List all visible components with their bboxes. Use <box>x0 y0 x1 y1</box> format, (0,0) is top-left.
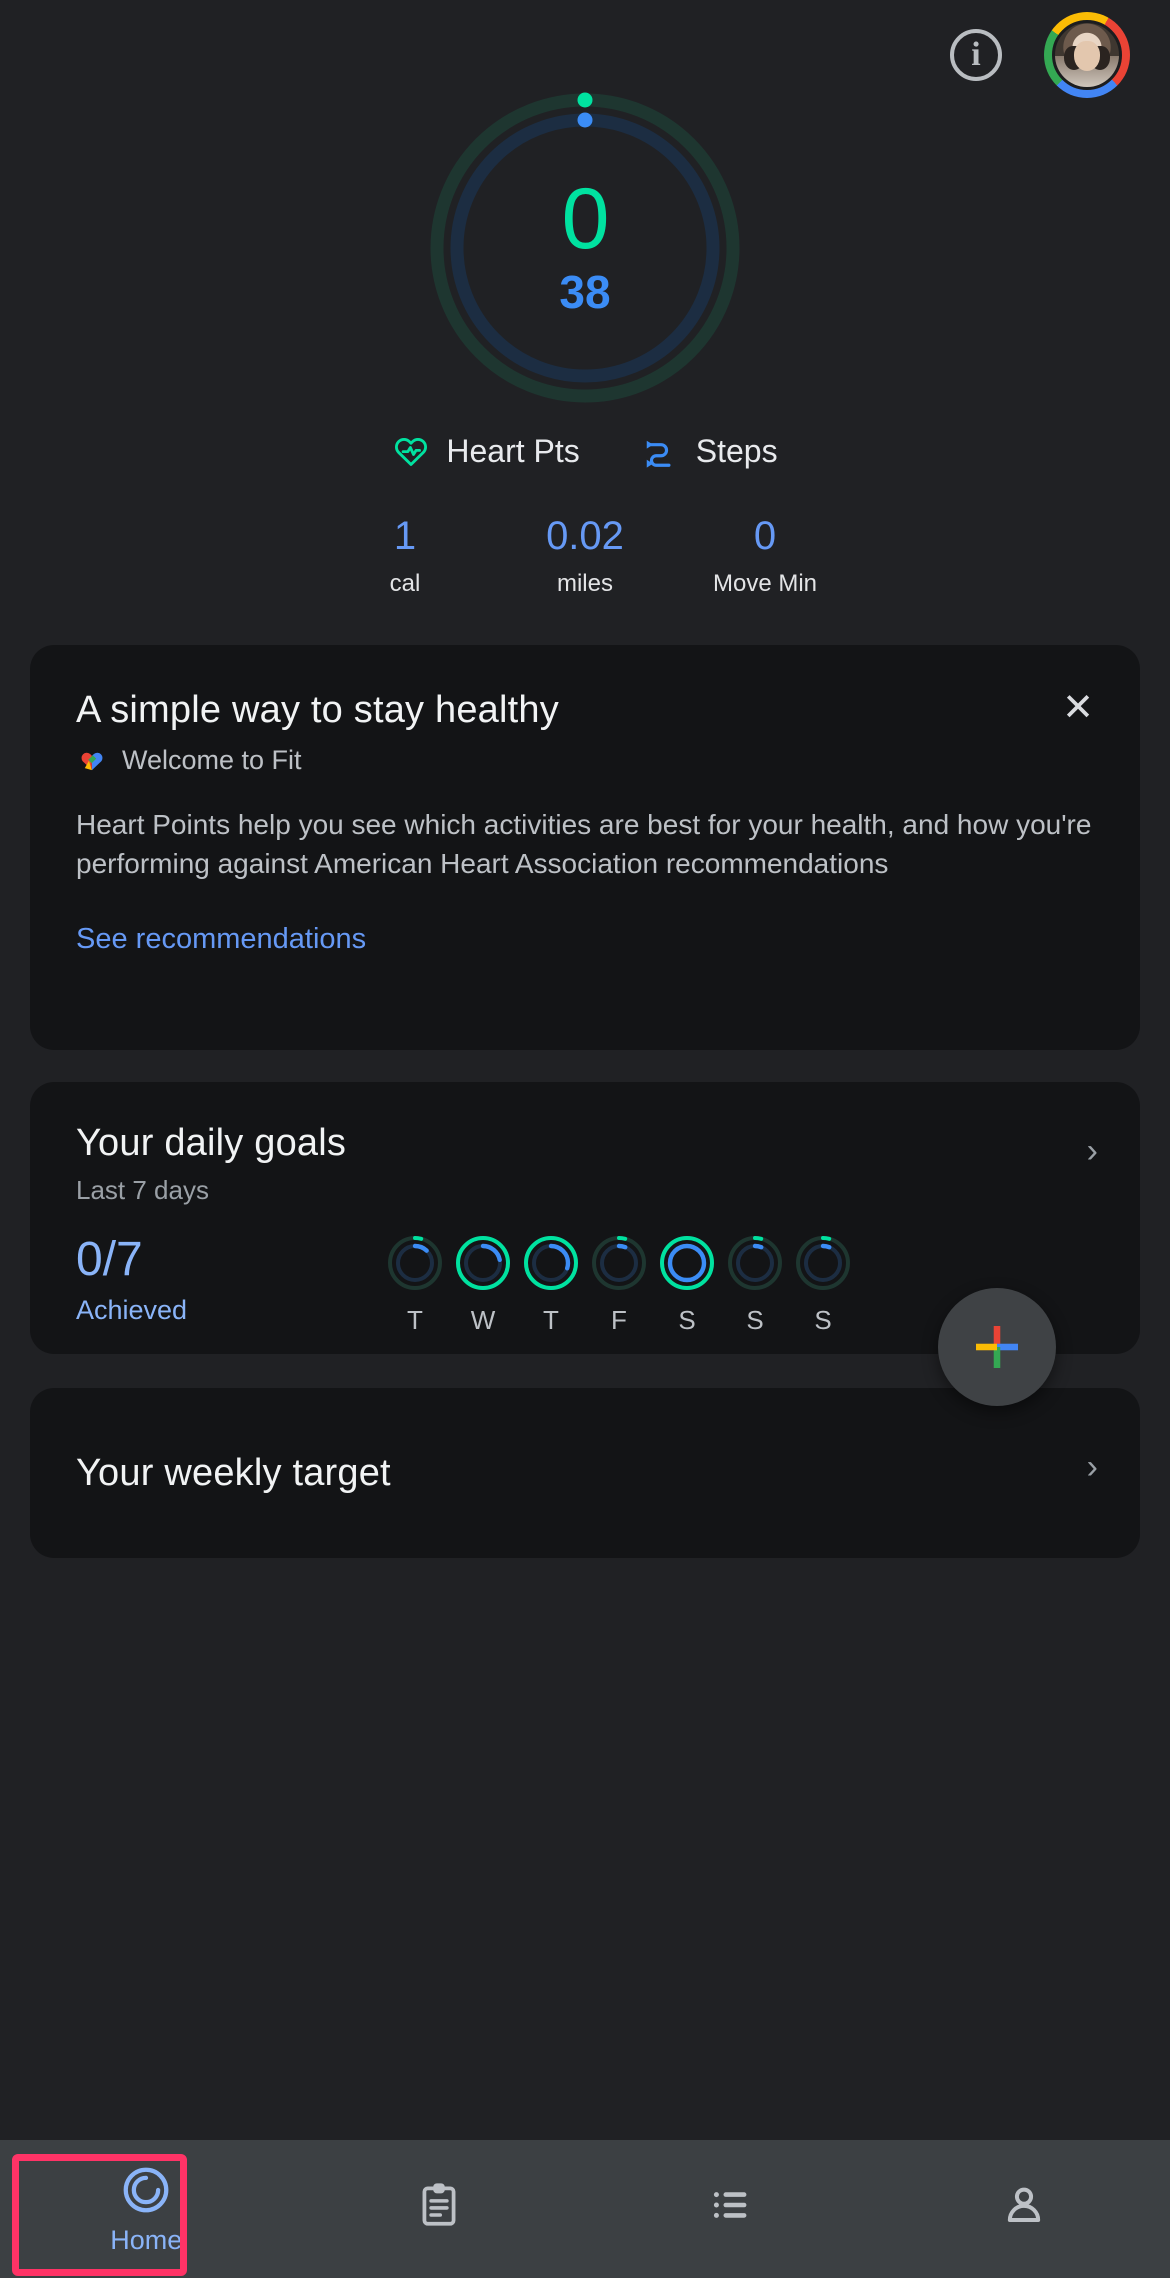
bottom-navigation: Home <box>0 2140 1170 2278</box>
home-ring-icon <box>123 2167 169 2212</box>
nav-label-home: Home <box>110 2224 183 2255</box>
promo-card-welcome: Welcome to Fit <box>122 744 302 775</box>
heart-pts-icon <box>395 438 428 466</box>
daily-goals-row: 0/7 Achieved T W T F S S S <box>76 1233 1094 1336</box>
day-goal-label: S <box>746 1305 764 1335</box>
day-goal-label: F <box>611 1305 627 1335</box>
chevron-right-icon-weekly[interactable]: › <box>1087 1450 1098 1484</box>
nav-item-browse[interactable] <box>585 2140 878 2278</box>
promo-card-body: Heart Points help you see which activiti… <box>76 809 1092 879</box>
avatar[interactable] <box>1044 12 1130 98</box>
daily-goals-subtitle: Last 7 days <box>76 1175 209 1205</box>
nav-item-profile[interactable] <box>878 2140 1170 2278</box>
activity-ring[interactable]: 0 38 <box>425 88 745 408</box>
journal-icon <box>422 2183 456 2226</box>
daily-goals-title: Your daily goals <box>76 1122 347 1164</box>
day-steps-track <box>600 1244 638 1282</box>
heart-points-value: 0 <box>561 170 610 267</box>
weekly-target-card[interactable]: Your weekly target › <box>30 1388 1140 1558</box>
stat-distance-value: 0.02 <box>546 514 624 558</box>
steps-progress-dot <box>577 112 593 128</box>
daily-goals-count: 0/7 <box>76 1233 143 1286</box>
day-goal-ring[interactable]: S <box>658 1234 716 1336</box>
daily-goals-days: TWTFSSS <box>386 1234 852 1336</box>
stat-distance[interactable]: 0.02 miles <box>495 512 675 598</box>
weekly-target-title: Your weekly target <box>76 1452 391 1494</box>
stat-distance-unit: miles <box>556 570 613 597</box>
day-steps-track <box>804 1244 842 1282</box>
day-goal-label: T <box>543 1305 559 1335</box>
day-goal-ring-svg <box>388 1236 442 1290</box>
promo-card-title: A simple way to stay healthy <box>76 689 559 731</box>
chevron-right-icon[interactable]: › <box>1087 1134 1098 1168</box>
day-steps-track <box>736 1244 774 1282</box>
day-goal-ring-svg <box>592 1236 646 1290</box>
info-icon-glyph: i <box>971 36 981 73</box>
google-fit-heart-icon <box>81 752 103 771</box>
legend-label-steps: Steps <box>695 432 778 469</box>
see-recommendations-link[interactable]: See recommendations <box>76 923 366 956</box>
day-goal-ring[interactable]: S <box>726 1234 784 1336</box>
stat-calories-unit: cal <box>389 570 421 597</box>
avatar-image <box>1052 20 1122 90</box>
promo-card-welcome-row: Welcome to Fit <box>76 744 1094 776</box>
day-goal-ring-svg <box>796 1236 850 1290</box>
daily-goals-achieved-label: Achieved <box>76 1294 188 1325</box>
nav-item-home[interactable]: Home <box>0 2140 293 2278</box>
day-goal-label: S <box>678 1305 696 1335</box>
metric-legend: Heart Pts Steps <box>0 432 1170 470</box>
day-goal-label: S <box>814 1305 832 1335</box>
nav-item-journal[interactable] <box>293 2140 586 2278</box>
day-goal-ring[interactable]: F <box>590 1234 648 1336</box>
stat-calories[interactable]: 1 cal <box>315 512 495 598</box>
fit-home-screen: i 0 38 Heart Pts Steps 1 cal 0.02 miles … <box>0 0 1170 2278</box>
steps-icon <box>646 440 671 468</box>
stats-row: 1 cal 0.02 miles 0 Move Min <box>0 512 1170 598</box>
day-goal-ring-svg <box>660 1236 714 1290</box>
day-goal-ring[interactable]: T <box>386 1234 444 1336</box>
browse-list-icon <box>714 2192 747 2218</box>
day-goal-ring-svg <box>456 1236 510 1290</box>
profile-icon <box>1007 2187 1040 2222</box>
day-goal-ring-svg <box>728 1236 782 1290</box>
day-goal-label: W <box>470 1305 496 1335</box>
day-goal-label: T <box>407 1305 423 1335</box>
stat-move-min-unit: Move Min <box>712 570 818 597</box>
legend-item-steps[interactable]: Steps <box>642 432 778 470</box>
close-icon[interactable]: ✕ <box>1056 687 1100 731</box>
day-goal-ring[interactable]: T <box>522 1234 580 1336</box>
stat-move-min[interactable]: 0 Move Min <box>675 512 855 598</box>
promo-card: A simple way to stay healthy ✕ Welcome t… <box>30 645 1140 1050</box>
day-goal-ring[interactable]: W <box>454 1234 512 1336</box>
day-goal-ring[interactable]: S <box>794 1234 852 1336</box>
steps-value: 38 <box>559 265 611 318</box>
info-icon[interactable]: i <box>950 29 1002 81</box>
legend-label-heart-pts: Heart Pts <box>446 432 580 469</box>
add-fab-button[interactable] <box>938 1288 1056 1406</box>
daily-goals-summary: 0/7 Achieved <box>76 1233 376 1326</box>
stat-calories-value: 1 <box>393 514 417 558</box>
day-goal-ring-svg <box>524 1236 578 1290</box>
legend-item-heart-pts[interactable]: Heart Pts <box>392 432 580 470</box>
google-plus-add-icon <box>976 1326 1018 1368</box>
day-steps-progress <box>667 1243 707 1283</box>
heart-points-progress-dot <box>577 92 593 108</box>
activity-ring-center: 0 38 <box>425 170 745 318</box>
stat-move-min-value: 0 <box>753 514 777 558</box>
